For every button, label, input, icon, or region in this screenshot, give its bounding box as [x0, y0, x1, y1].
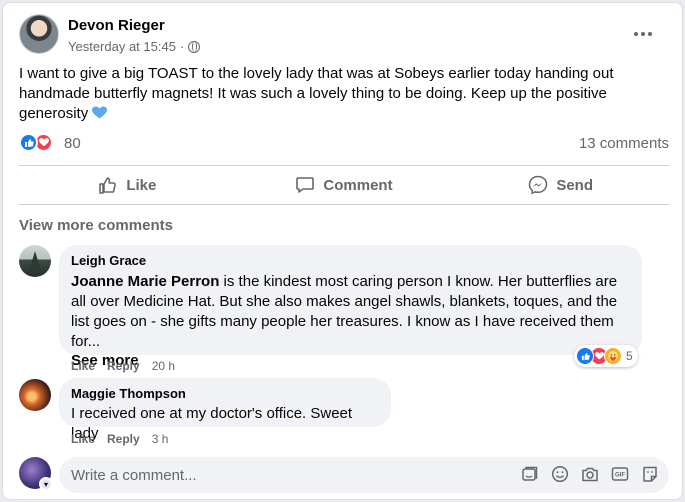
comment-text: Joanne Marie Perron is the kindest most … [71, 272, 630, 352]
comment-input[interactable] [71, 457, 501, 493]
comment-time[interactable]: 3 h [152, 432, 169, 446]
mentioned-user[interactable]: Joanne Marie Perron [71, 273, 219, 290]
chevron-down-icon[interactable]: ▾ [39, 477, 53, 491]
comment-reply-button[interactable]: Reply [107, 432, 140, 446]
gif-icon[interactable]: GIF [611, 465, 629, 483]
globe-icon[interactable] [188, 40, 201, 53]
comment-input-container: GIF [59, 457, 669, 493]
svg-text:GIF: GIF [615, 473, 625, 479]
more-options-button[interactable] [625, 16, 661, 52]
comment-label: Comment [323, 176, 393, 194]
like-label: Like [126, 176, 157, 194]
dot-icon [641, 32, 645, 36]
emoji-icon[interactable] [551, 465, 569, 483]
comment-bubble: Leigh Grace Joanne Marie Perron is the k… [59, 245, 642, 369]
comment-reply-button[interactable]: Reply [107, 359, 140, 373]
author-avatar[interactable] [19, 14, 59, 54]
post-author-name[interactable]: Devon Rieger [68, 17, 165, 34]
comment-composer: ▾ GIF [19, 457, 669, 493]
comment-actions: Like Reply 20 h [71, 359, 175, 373]
post-header: Devon Rieger Yesterday at 15:45 · [19, 14, 669, 56]
blue-heart-icon [92, 106, 108, 119]
camera-icon[interactable] [581, 465, 599, 483]
commenter-avatar[interactable] [19, 245, 51, 277]
comment-icon [296, 177, 315, 193]
post-card: Devon Rieger Yesterday at 15:45 · I want… [2, 2, 683, 500]
comment-reaction-count: 5 [626, 349, 633, 363]
comment-like-button[interactable]: Like [71, 432, 95, 446]
post-text: I want to give a big TOAST to the lovely… [19, 65, 614, 122]
thumbs-up-icon [99, 177, 117, 194]
reaction-icons[interactable] [19, 133, 53, 152]
send-label: Send [556, 176, 594, 194]
meta-separator: · [179, 39, 185, 54]
reaction-count[interactable]: 80 [64, 135, 81, 152]
dot-icon [634, 32, 638, 36]
post-body: I want to give a big TOAST to the lovely… [19, 64, 667, 124]
comment-text-rest: over Medicine Hat. But she also makes an… [71, 293, 618, 350]
post-timestamp[interactable]: Yesterday at 15:45 [68, 39, 176, 54]
send-button[interactable]: Send [452, 167, 669, 203]
avatar-sticker-icon[interactable] [641, 465, 659, 483]
sticker-icon[interactable] [521, 465, 539, 483]
care-icon [604, 347, 622, 365]
comment-author[interactable]: Leigh Grace [71, 253, 630, 269]
post-actions: Like Comment Send [19, 167, 669, 203]
comment-button[interactable]: Comment [236, 167, 453, 203]
divider [19, 165, 669, 166]
post-meta: Yesterday at 15:45 · [68, 39, 201, 54]
like-icon [19, 133, 38, 152]
dot-icon [648, 32, 652, 36]
view-more-comments-link[interactable]: View more comments [19, 217, 173, 234]
commenter-avatar[interactable] [19, 379, 51, 411]
comment-actions: Like Reply 3 h [71, 432, 168, 446]
comments-count[interactable]: 13 comments [579, 135, 669, 152]
tree-icon [29, 251, 41, 271]
comment-author[interactable]: Maggie Thompson [71, 386, 379, 402]
composer-tools: GIF [521, 465, 659, 483]
messenger-icon [529, 175, 548, 195]
comment-like-button[interactable]: Like [71, 359, 95, 373]
comment-reactions[interactable]: 5 [574, 345, 638, 367]
comment-time[interactable]: 20 h [152, 359, 175, 373]
divider [19, 204, 669, 205]
comment-bubble: Maggie Thompson I received one at my doc… [59, 378, 391, 442]
reactions-summary: 80 13 comments [19, 133, 669, 155]
like-button[interactable]: Like [19, 167, 236, 203]
like-icon [576, 347, 594, 365]
